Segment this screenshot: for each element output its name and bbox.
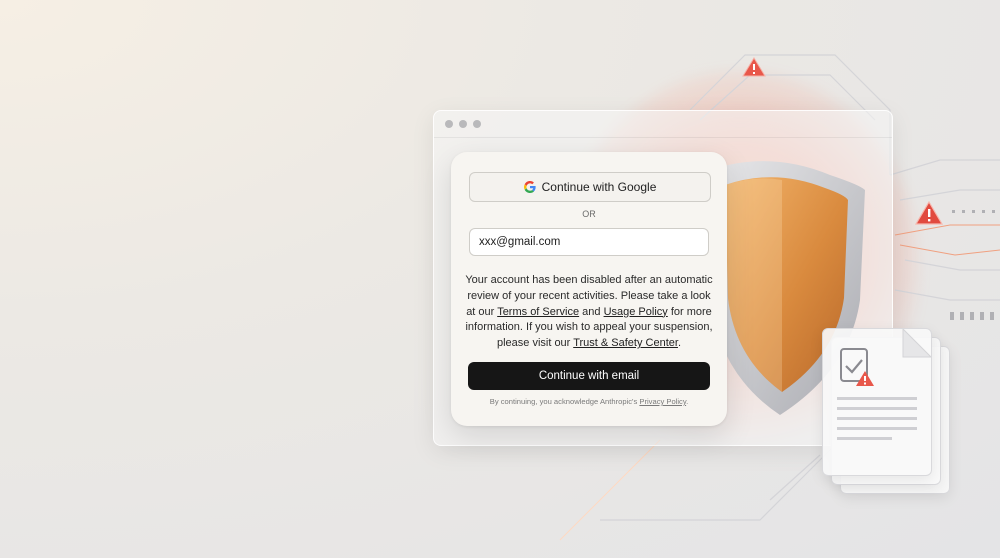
warning-icon	[915, 201, 943, 225]
footer-text: .	[686, 397, 689, 406]
footer-text: By continuing, you acknowledge Anthropic…	[489, 397, 640, 406]
google-button-label: Continue with Google	[541, 180, 657, 194]
window-dot	[459, 120, 467, 128]
google-icon	[523, 181, 536, 193]
login-card: Continue with Google OR Your account has…	[451, 152, 727, 426]
message-text: .	[677, 337, 682, 350]
window-dot	[445, 120, 453, 128]
or-divider: OR	[582, 209, 596, 219]
window-dot	[473, 120, 481, 128]
continue-with-google-button[interactable]: Continue with Google	[469, 172, 711, 202]
document-card	[822, 327, 933, 476]
privacy-footer: By continuing, you acknowledge Anthropic…	[451, 397, 727, 406]
message-text: and	[579, 305, 604, 318]
terms-of-service-link[interactable]: Terms of Service	[497, 306, 579, 318]
document-check-icon	[837, 327, 933, 440]
email-input[interactable]	[469, 228, 709, 256]
privacy-policy-link[interactable]: Privacy Policy	[639, 397, 686, 406]
account-disabled-message: Your account has been disabled after an …	[465, 273, 713, 352]
warning-icon	[742, 57, 766, 77]
trust-safety-center-link[interactable]: Trust & Safety Center	[573, 337, 678, 349]
continue-with-email-button[interactable]: Continue with email	[468, 362, 710, 390]
usage-policy-link[interactable]: Usage Policy	[604, 306, 668, 318]
browser-title-bar	[434, 111, 892, 138]
